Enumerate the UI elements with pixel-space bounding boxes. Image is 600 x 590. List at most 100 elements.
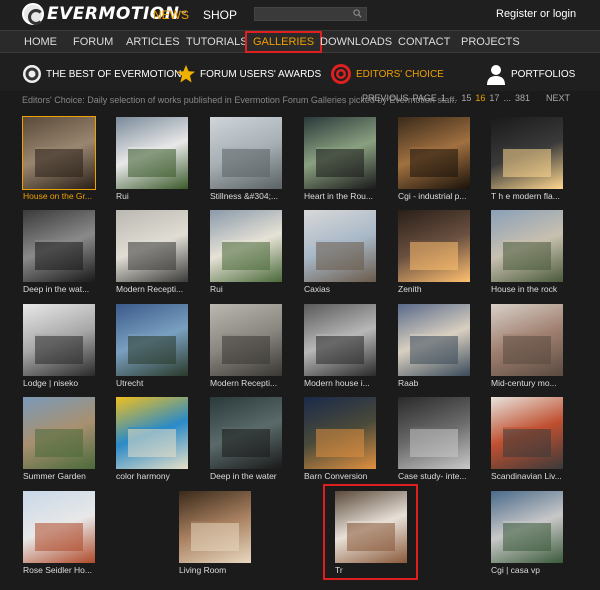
gallery-thumbnail[interactable] (491, 210, 563, 282)
pager-last[interactable]: 381 (515, 93, 530, 103)
gallery-thumbnail[interactable] (116, 210, 188, 282)
gallery-item[interactable]: Deep in the water (210, 397, 304, 481)
gallery-thumbnail[interactable] (116, 397, 188, 469)
gallery-item[interactable]: Mid-century mo... (491, 304, 585, 388)
gallery-item-title[interactable]: Cgi | casa vp (491, 565, 571, 575)
gallery-thumbnail[interactable] (210, 397, 282, 469)
gallery-item[interactable]: Rui (116, 117, 210, 201)
gallery-thumbnail[interactable] (491, 117, 563, 189)
gallery-item-title[interactable]: Scandinavian Liv... (491, 471, 571, 481)
gallery-item[interactable]: Deep in the wat... (23, 210, 117, 294)
gallery-thumbnail[interactable] (22, 116, 96, 190)
gallery-item-title[interactable]: Raab (398, 378, 478, 388)
pager-page-17[interactable]: 17 (489, 93, 499, 103)
gallery-item-title[interactable]: Rose Seidler Ho... (23, 565, 103, 575)
gallery-item[interactable]: Zenith (398, 210, 492, 294)
gallery-item-title[interactable]: House in the rock (491, 284, 571, 294)
gallery-item-title[interactable]: Rui (116, 191, 196, 201)
nav-tutorials[interactable]: TUTORIALS (186, 36, 248, 48)
gallery-item[interactable]: Stillness &#304;... (210, 117, 304, 201)
gallery-thumbnail[interactable] (398, 117, 470, 189)
nav-forum[interactable]: FORUM (73, 36, 113, 48)
best-of-evermotion-link[interactable]: THE BEST OF EVERMOTION (22, 63, 181, 85)
gallery-thumbnail[interactable] (210, 210, 282, 282)
gallery-item-title[interactable]: Cgi - industrial p... (398, 191, 478, 201)
gallery-item[interactable]: Raab (398, 304, 492, 388)
nav-projects[interactable]: PROJECTS (461, 36, 520, 48)
gallery-item[interactable]: Living Room (179, 491, 273, 575)
gallery-item-title[interactable]: House on the Gr... (23, 191, 103, 201)
gallery-thumbnail[interactable] (116, 117, 188, 189)
nav-articles[interactable]: ARTICLES (126, 36, 180, 48)
gallery-thumbnail[interactable] (23, 491, 95, 563)
gallery-item-title[interactable]: T h e modern fla... (491, 191, 571, 201)
nav-contact[interactable]: CONTACT (398, 36, 450, 48)
gallery-item[interactable]: Summer Garden (23, 397, 117, 481)
portfolios-link[interactable]: PORTFOLIOS (485, 63, 575, 85)
gallery-item[interactable]: Case study- inte... (398, 397, 492, 481)
gallery-item-title[interactable]: Modern Recepti... (210, 378, 290, 388)
nav-downloads[interactable]: DOWNLOADS (320, 36, 392, 48)
gallery-item-title[interactable]: Lodge | niseko (23, 378, 103, 388)
gallery-thumbnail[interactable] (304, 397, 376, 469)
news-link[interactable]: NEWS (153, 8, 189, 22)
gallery-item[interactable]: House on the Gr... (22, 116, 117, 201)
gallery-item-title[interactable]: Rui (210, 284, 290, 294)
gallery-thumbnail[interactable] (491, 397, 563, 469)
gallery-item[interactable]: Utrecht (116, 304, 210, 388)
gallery-item-title[interactable]: Zenith (398, 284, 478, 294)
gallery-item[interactable]: House in the rock (491, 210, 585, 294)
gallery-thumbnail[interactable] (491, 491, 563, 563)
gallery-thumbnail[interactable] (210, 117, 282, 189)
gallery-thumbnail[interactable] (23, 210, 95, 282)
forum-users-awards-link[interactable]: FORUM USERS' AWARDS (176, 63, 321, 85)
gallery-item-title[interactable]: Summer Garden (23, 471, 103, 481)
pager-next[interactable]: NEXT (546, 93, 570, 103)
nav-home[interactable]: HOME (24, 36, 57, 48)
gallery-item-title[interactable]: Heart in the Rou... (304, 191, 384, 201)
gallery-item[interactable]: color harmony (116, 397, 210, 481)
gallery-item[interactable]: Cgi | casa vp (491, 491, 585, 575)
gallery-item[interactable]: Scandinavian Liv... (491, 397, 585, 481)
nav-galleries[interactable]: GALLERIES (245, 31, 323, 53)
register-login-link[interactable]: Register or login (496, 8, 576, 20)
gallery-thumbnail[interactable] (398, 397, 470, 469)
gallery-item-title[interactable]: Modern Recepti... (116, 284, 196, 294)
gallery-item[interactable]: Cgi - industrial p... (398, 117, 492, 201)
gallery-item[interactable]: Modern house i... (304, 304, 398, 388)
shop-link[interactable]: SHOP (203, 8, 237, 22)
gallery-thumbnail[interactable] (23, 304, 95, 376)
gallery-item-title[interactable]: Living Room (179, 565, 259, 575)
gallery-item-title[interactable]: Barn Conversion (304, 471, 384, 481)
gallery-thumbnail[interactable] (23, 397, 95, 469)
gallery-item-title[interactable]: color harmony (116, 471, 196, 481)
search-input[interactable] (254, 7, 367, 21)
pager-previous[interactable]: PREVIOUS (362, 93, 409, 103)
gallery-thumbnail[interactable] (398, 210, 470, 282)
search-icon[interactable] (353, 9, 362, 18)
gallery-item[interactable]: Lodge | niseko (23, 304, 117, 388)
gallery-item-title[interactable]: Caxias (304, 284, 384, 294)
gallery-item[interactable]: Rose Seidler Ho... (23, 491, 117, 575)
gallery-thumbnail[interactable] (491, 304, 563, 376)
gallery-thumbnail[interactable] (398, 304, 470, 376)
gallery-item-title[interactable]: Mid-century mo... (491, 378, 571, 388)
gallery-thumbnail[interactable] (116, 304, 188, 376)
pager-page-15[interactable]: 15 (461, 93, 471, 103)
gallery-item-title[interactable]: Deep in the wat... (23, 284, 103, 294)
gallery-item-title[interactable]: Deep in the water (210, 471, 290, 481)
editors-choice-link[interactable]: EDITORS' CHOICE (330, 63, 444, 85)
gallery-item[interactable]: Modern Recepti... (116, 210, 210, 294)
gallery-item-title[interactable]: Stillness &#304;... (210, 191, 290, 201)
gallery-item[interactable]: Barn Conversion (304, 397, 398, 481)
gallery-thumbnail[interactable] (210, 304, 282, 376)
gallery-item[interactable]: T h e modern fla... (491, 117, 585, 201)
gallery-item[interactable]: Caxias (304, 210, 398, 294)
gallery-thumbnail[interactable] (304, 117, 376, 189)
gallery-thumbnail[interactable] (304, 210, 376, 282)
gallery-item[interactable]: Heart in the Rou... (304, 117, 398, 201)
gallery-item-title[interactable]: Case study- inte... (398, 471, 478, 481)
gallery-thumbnail[interactable] (304, 304, 376, 376)
gallery-item[interactable]: Modern Recepti... (210, 304, 304, 388)
gallery-item[interactable]: Rui (210, 210, 304, 294)
